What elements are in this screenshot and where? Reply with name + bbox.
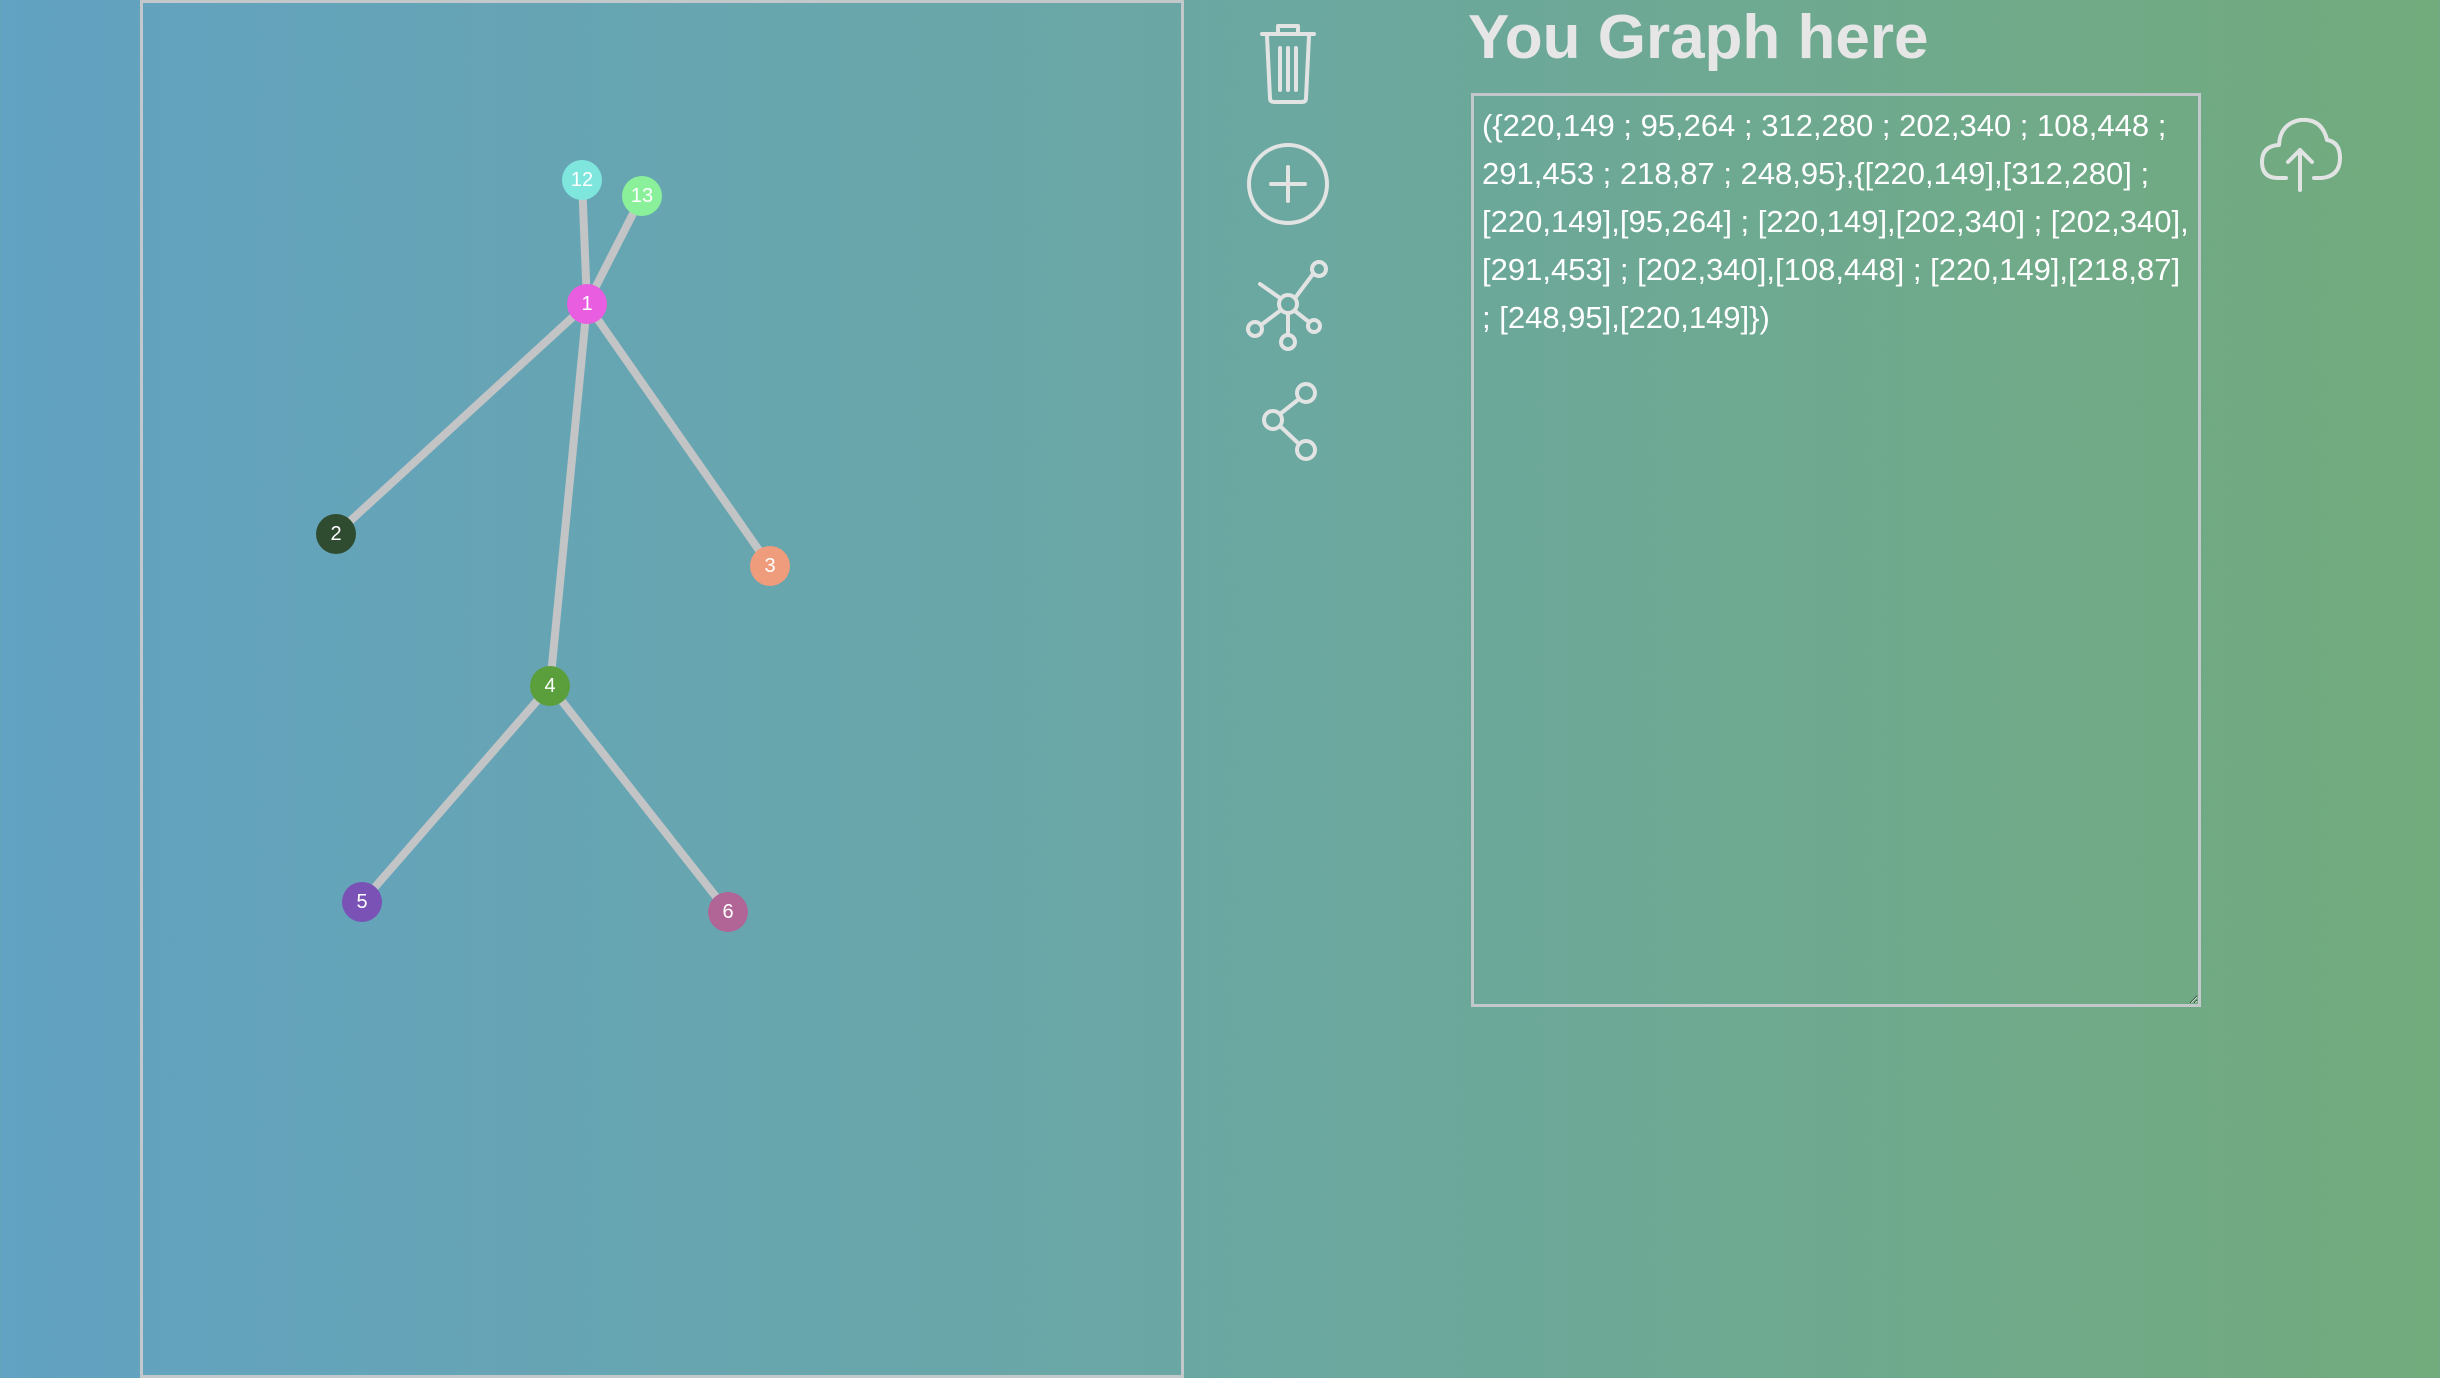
node-label: 4 [544,675,555,697]
node-label: 2 [330,523,341,545]
node-12[interactable]: 12 [562,160,602,200]
add-circle-icon [1247,143,1329,225]
add-node-button[interactable] [1240,136,1336,232]
nodes-layer: 12345 61213 [316,160,790,932]
graph-layout-button[interactable] [1240,256,1336,352]
node-label: 6 [722,901,733,923]
edge-1-3[interactable] [583,300,774,570]
graph-drawing[interactable]: 12345 61213 [143,3,1187,1378]
toolbar [1240,14,1336,474]
node-label: 5 [356,891,367,913]
graph-canvas[interactable]: 1 2 3 4 5 6 12 13 [140,0,1184,1378]
node-label: 13 [631,185,653,207]
share-icon [1262,382,1317,461]
node-label: 12 [571,169,593,191]
edges-layer [332,176,774,916]
network-icon [1246,260,1328,351]
delete-button[interactable] [1240,14,1336,110]
upload-button[interactable] [2252,104,2348,200]
node-label: 1 [581,293,592,315]
trash-icon [1260,24,1316,104]
edge-4-5[interactable] [358,682,554,906]
page-title: You Graph here [1468,3,1929,72]
edge-4-6[interactable] [546,682,732,916]
edge-1-2[interactable] [332,300,591,538]
graph-text-input[interactable] [1471,93,2201,1007]
node-4[interactable]: 4 [530,666,570,706]
node-6[interactable]: 6 [708,892,748,932]
cloud-upload-icon [2260,117,2342,192]
node-2[interactable]: 2 [316,514,356,554]
edge-1-4[interactable] [546,300,591,690]
node-1[interactable]: 1 [567,284,607,324]
node-label: 3 [764,555,775,577]
node-13[interactable]: 13 [622,176,662,216]
node-5[interactable]: 5 [342,882,382,922]
node-3[interactable]: 3 [750,546,790,586]
share-button[interactable] [1240,374,1336,470]
